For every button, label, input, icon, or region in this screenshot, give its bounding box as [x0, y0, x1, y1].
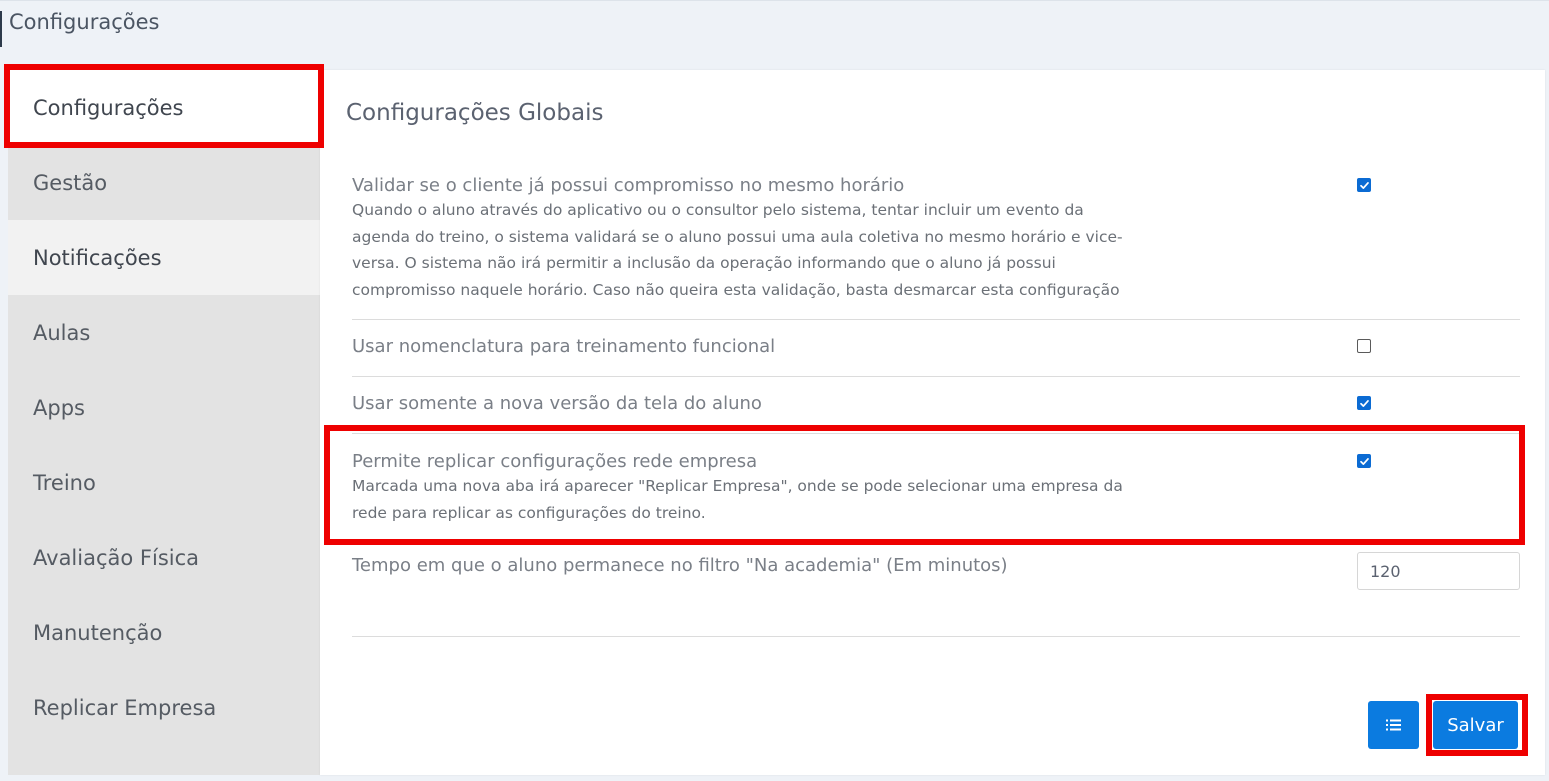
save-button[interactable]: Salvar: [1433, 701, 1518, 749]
settings-list: Validar se o cliente já possui compromis…: [352, 158, 1520, 637]
replicar-configuracoes-checkbox[interactable]: [1357, 454, 1371, 468]
nova-versao-tela-checkbox[interactable]: [1357, 396, 1371, 410]
sidebar-item-avaliacao-fisica[interactable]: Avaliação Física: [8, 520, 320, 595]
sidebar-item-label: Manutenção: [33, 620, 163, 645]
validar-compromisso-checkbox[interactable]: [1357, 178, 1371, 192]
sidebar-item-label: Treino: [33, 470, 96, 495]
sidebar-item-label: Avaliação Física: [33, 545, 200, 570]
sidebar-item-replicar-empresa[interactable]: Replicar Empresa: [8, 670, 320, 745]
sidebar-item-label: Aulas: [33, 320, 91, 345]
sidebar-item-configuracoes[interactable]: Configurações: [8, 70, 320, 145]
sidebar-item-label: Replicar Empresa: [33, 695, 217, 720]
header-accent-bar: [0, 11, 2, 47]
check-icon: [1359, 181, 1369, 189]
list-button[interactable]: [1368, 701, 1419, 749]
sidebar-item-label: Notificações: [33, 245, 162, 270]
nomenclatura-funcional-checkbox[interactable]: [1357, 339, 1371, 353]
page-title: Configurações: [9, 10, 160, 34]
list-icon: [1385, 719, 1401, 731]
setting-description: Quando o aluno através do aplicativo ou …: [352, 201, 1123, 299]
sidebar-item-gestao[interactable]: Gestão: [8, 145, 320, 220]
tempo-na-academia-input[interactable]: [1357, 552, 1520, 590]
sidebar-item-notificacoes[interactable]: Notificações: [8, 220, 320, 295]
setting-label: Usar somente a nova versão da tela do al…: [352, 393, 762, 414]
sidebar-item-label: Configurações: [33, 95, 184, 120]
sidebar-item-label: Apps: [33, 395, 85, 420]
check-icon: [1359, 399, 1369, 407]
sidebar-item-manutencao[interactable]: Manutenção: [8, 595, 320, 670]
setting-label: Tempo em que o aluno permanece no filtro…: [352, 555, 1008, 576]
main-panel: Configurações Globais Validar se o clien…: [320, 70, 1545, 775]
setting-label: Usar nomenclatura para treinamento funci…: [352, 336, 776, 357]
sidebar-item-treino[interactable]: Treino: [8, 445, 320, 520]
section-title: Configurações Globais: [346, 100, 604, 126]
sidebar-item-label: Gestão: [33, 170, 108, 195]
sidebar-item-apps[interactable]: Apps: [8, 370, 320, 445]
page-header: Configurações: [0, 0, 1549, 62]
setting-description: Marcada uma nova aba irá aparecer "Repli…: [352, 477, 1123, 522]
setting-replicar-configuracoes: Permite replicar configurações rede empr…: [352, 434, 1520, 552]
setting-validar-compromisso: Validar se o cliente já possui compromis…: [352, 158, 1520, 320]
check-icon: [1359, 457, 1369, 465]
setting-nova-versao-tela: Usar somente a nova versão da tela do al…: [352, 377, 1520, 434]
setting-nomenclatura-funcional: Usar nomenclatura para treinamento funci…: [352, 320, 1520, 377]
setting-tempo-na-academia: Tempo em que o aluno permanece no filtro…: [352, 552, 1520, 637]
sidebar-item-aulas[interactable]: Aulas: [8, 295, 320, 370]
setting-label: Validar se o cliente já possui compromis…: [352, 175, 905, 196]
setting-label: Permite replicar configurações rede empr…: [352, 451, 758, 472]
sidebar: Configurações Gestão Notificações Aulas …: [8, 70, 320, 775]
